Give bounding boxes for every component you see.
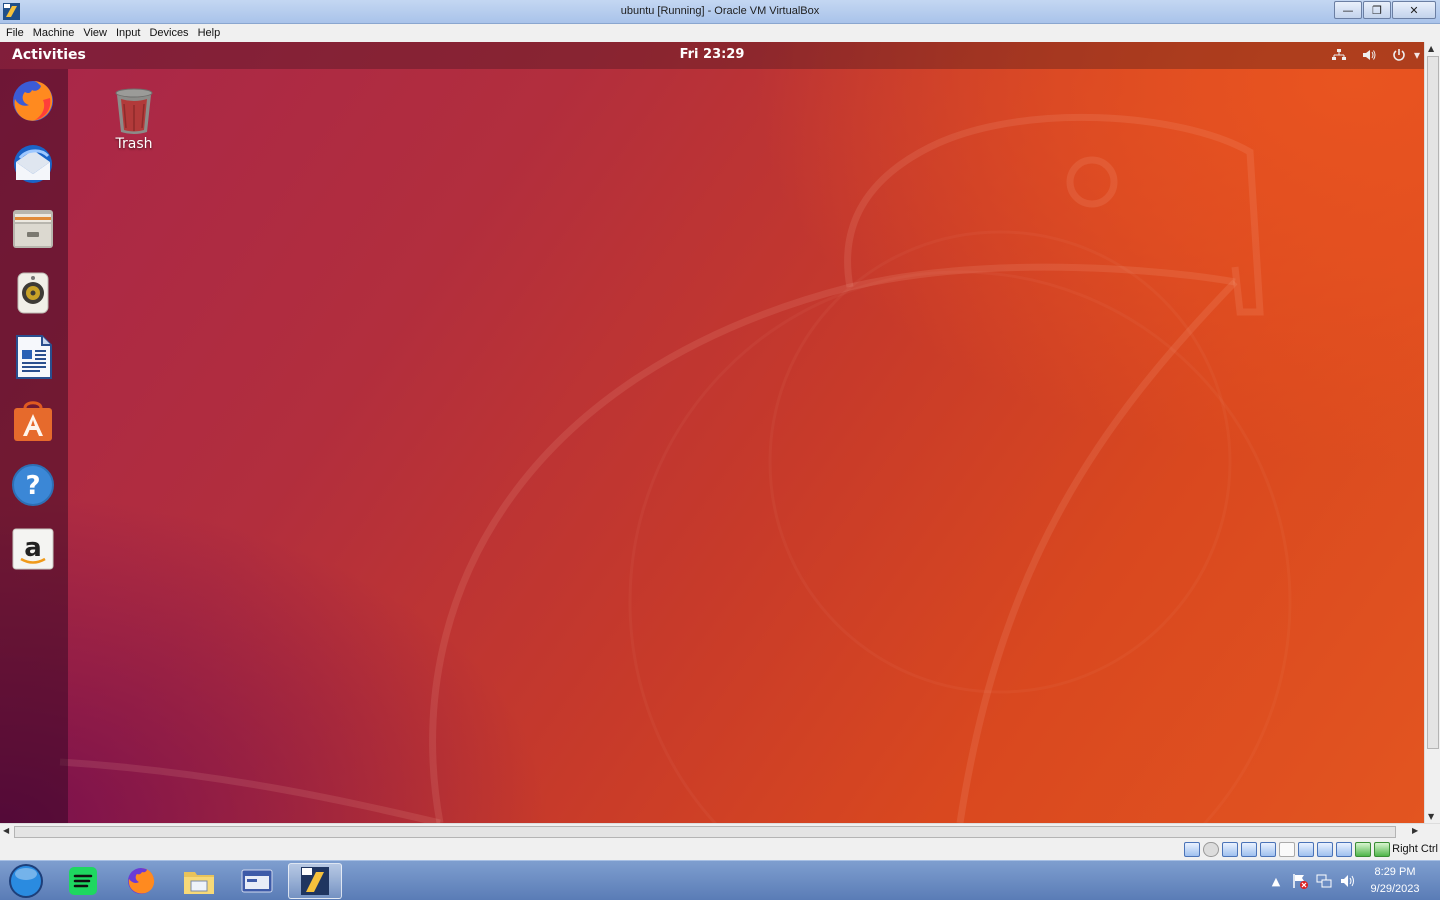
minimize-icon: — [1342,3,1354,17]
dock-rhythmbox[interactable] [10,270,56,316]
network-icon[interactable] [1330,47,1348,63]
taskbar-virtualbox-vm[interactable] [288,863,342,899]
menu-file[interactable]: File [3,24,30,42]
dock-firefox[interactable] [10,78,56,124]
optical-drive-icon[interactable] [1203,842,1219,857]
rhythmbox-icon [17,272,49,314]
usb-icon[interactable] [1260,842,1276,857]
files-icon [13,210,53,248]
desktop-icon-trash[interactable]: Trash [104,86,164,152]
scroll-right-arrow-icon[interactable]: ▶ [1412,826,1418,835]
maximize-button[interactable]: ❐ [1363,1,1391,19]
menu-view[interactable]: View [80,24,113,42]
taskbar-spotify[interactable] [56,863,110,899]
scroll-down-arrow-icon[interactable]: ▼ [1428,812,1434,821]
host-taskbar: ▲ 8:29 PM 9/29/2023 [0,860,1440,900]
thunderbird-icon [14,145,52,183]
menu-input[interactable]: Input [113,24,146,42]
horizontal-scroll-thumb[interactable] [14,826,1396,838]
audio-icon[interactable] [1222,842,1238,857]
trash-icon [115,88,153,134]
restore-icon: ❐ [1372,3,1382,17]
scroll-up-arrow-icon[interactable]: ▲ [1428,44,1434,53]
network-adapter-icon[interactable] [1241,842,1257,857]
menu-help[interactable]: Help [195,24,227,42]
ubuntu-software-icon [14,401,52,441]
dock-files[interactable] [10,206,56,252]
minimize-button[interactable]: — [1334,1,1362,19]
host-key-label: Right Ctrl [1392,843,1438,855]
scroll-left-arrow-icon[interactable]: ◀ [3,826,9,835]
window-titlebar[interactable]: ubuntu [Running] - Oracle VM VirtualBox … [0,0,1440,24]
dock-help[interactable]: ? [10,462,56,508]
dock-ubuntu-software[interactable] [10,398,56,444]
tray-time: 8:29 PM [1374,866,1416,878]
window-title: ubuntu [Running] - Oracle VM VirtualBox [620,5,820,17]
clock[interactable]: Fri 23:29 [0,47,1424,62]
mouse-integration-icon[interactable] [1355,842,1371,857]
display-icon[interactable] [1298,842,1314,857]
firefox-icon [128,868,155,894]
menu-machine[interactable]: Machine [30,24,81,42]
show-hidden-icons-icon[interactable]: ▲ [1268,873,1284,889]
close-button[interactable]: ✕ [1392,1,1436,19]
power-icon[interactable] [1390,47,1408,63]
virtualbox-vm-icon [301,867,329,895]
vertical-scroll-thumb[interactable] [1427,56,1439,749]
taskbar-virtualbox-manager[interactable] [230,863,284,899]
help-icon: ? [12,464,54,506]
dock: ? a [0,69,68,823]
close-icon: ✕ [1409,3,1419,17]
amazon-icon: a [12,528,54,570]
shared-folders-icon[interactable] [1279,842,1295,857]
video-capture-icon[interactable] [1317,842,1333,857]
volume-tray-icon[interactable] [1340,873,1356,889]
hard-disk-icon[interactable] [1184,842,1200,857]
horizontal-scrollbar[interactable]: ◀ ▶ [0,823,1440,839]
dock-amazon[interactable]: a [10,526,56,572]
notification-area: ▲ 8:29 PM 9/29/2023 [1268,861,1440,900]
virtualization-icon[interactable] [1336,842,1352,857]
vm-status-bar: Right Ctrl [0,839,1440,860]
vertical-scrollbar[interactable]: ▲ ▼ [1424,42,1440,823]
dock-thunderbird[interactable] [10,142,56,188]
svg-text:?: ? [25,471,40,501]
wallpaper-bird-outline [59,113,1292,823]
tray-clock[interactable]: 8:29 PM 9/29/2023 [1364,864,1426,898]
action-center-flag-icon[interactable] [1292,873,1308,889]
network-tray-icon[interactable] [1316,873,1332,889]
desktop-icon-label: Trash [115,136,153,152]
volume-icon[interactable] [1360,47,1378,63]
dropdown-arrow-icon[interactable]: ▾ [1412,47,1422,63]
menubar: File Machine View Input Devices Help [0,24,1440,42]
dock-libreoffice-writer[interactable] [10,334,56,380]
firefox-icon [13,81,53,121]
tray-date: 9/29/2023 [1370,883,1420,895]
virtualbox-manager-icon [241,869,273,893]
menu-devices[interactable]: Devices [146,24,194,42]
start-orb-icon[interactable] [6,863,46,899]
svg-text:a: a [24,533,42,563]
taskbar-file-explorer[interactable] [172,863,226,899]
gnome-top-bar: Activities Fri 23:29 ▾ [0,42,1424,69]
libreoffice-writer-icon [16,335,52,379]
guest-display[interactable]: Activities Fri 23:29 ▾ ? a Trash [0,42,1424,823]
keyboard-capture-icon[interactable] [1374,842,1390,857]
system-menu[interactable]: ▾ [1318,47,1422,63]
file-explorer-icon [184,872,214,894]
spotify-icon [69,867,97,895]
taskbar-firefox[interactable] [114,863,168,899]
